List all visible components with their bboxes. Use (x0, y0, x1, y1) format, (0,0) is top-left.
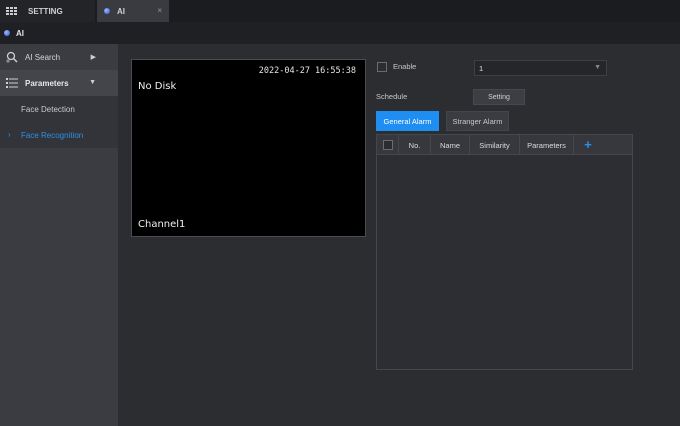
close-icon[interactable]: × (157, 6, 162, 15)
sidebar-item-ai-search[interactable]: AI Search ▶ (0, 44, 118, 70)
column-header-similarity: Similarity (470, 135, 520, 155)
tab-stranger-alarm[interactable]: Stranger Alarm (446, 111, 509, 131)
top-tab-bar: SETTING AI × (0, 0, 680, 22)
column-header-name: Name (431, 135, 470, 155)
ai-dot-icon (4, 30, 10, 36)
channel-select-value: 1 (479, 63, 484, 73)
sidebar-item-label: Face Recognition (21, 130, 84, 140)
ai-dot-icon (104, 8, 110, 14)
page-title: AI (16, 28, 24, 38)
video-preview[interactable]: 2022-04-27 16:55:38 No Disk Channel1 (131, 59, 366, 237)
tab-general-alarm[interactable]: General Alarm (376, 111, 439, 131)
table-header: No. Name Similarity Parameters + (377, 135, 632, 155)
enable-checkbox[interactable] (377, 62, 387, 72)
chevron-down-icon: ▼ (594, 64, 601, 71)
timestamp-overlay: 2022-04-27 16:55:38 (258, 66, 356, 76)
enable-label: Enable (393, 62, 417, 71)
page-header: AI (0, 22, 680, 44)
chevron-right-icon: ▶ (90, 54, 96, 61)
tab-ai[interactable]: AI × (97, 0, 169, 22)
tab-ai-label: AI (117, 6, 125, 16)
tab-setting-label: SETTING (28, 6, 63, 16)
alarm-table: No. Name Similarity Parameters + (376, 134, 633, 370)
select-all-cell (377, 135, 399, 155)
sidebar-item-face-detection[interactable]: Face Detection (0, 96, 118, 122)
column-header-parameters: Parameters (520, 135, 574, 155)
chevron-down-icon: ▼ (89, 79, 96, 86)
grid-icon (6, 6, 17, 16)
sidebar-item-label: Parameters (25, 78, 69, 88)
add-cell: + (574, 135, 602, 155)
parameters-submenu: Face Detection › Face Recognition (0, 96, 118, 148)
column-header-no: No. (399, 135, 431, 155)
sidebar-item-face-recognition[interactable]: › Face Recognition (0, 122, 118, 148)
schedule-label: Schedule (376, 92, 408, 101)
sidebar-item-label: AI Search (25, 52, 61, 62)
schedule-setting-button[interactable]: Setting (473, 89, 525, 105)
add-icon[interactable]: + (584, 138, 592, 151)
ai-search-icon (5, 51, 18, 63)
channel-label: Channel1 (138, 219, 186, 230)
select-all-checkbox[interactable] (382, 140, 393, 150)
sidebar-item-parameters[interactable]: Parameters ▼ (0, 70, 118, 96)
list-icon (5, 77, 18, 89)
no-disk-status: No Disk (138, 81, 177, 92)
tab-setting[interactable]: SETTING (0, 0, 95, 22)
sidebar: AI Search ▶ Parameters ▼ Face Detection … (0, 44, 118, 426)
sidebar-item-label: Face Detection (21, 104, 75, 114)
chevron-right-icon: › (8, 130, 11, 139)
channel-select[interactable]: 1 ▼ (474, 60, 607, 76)
